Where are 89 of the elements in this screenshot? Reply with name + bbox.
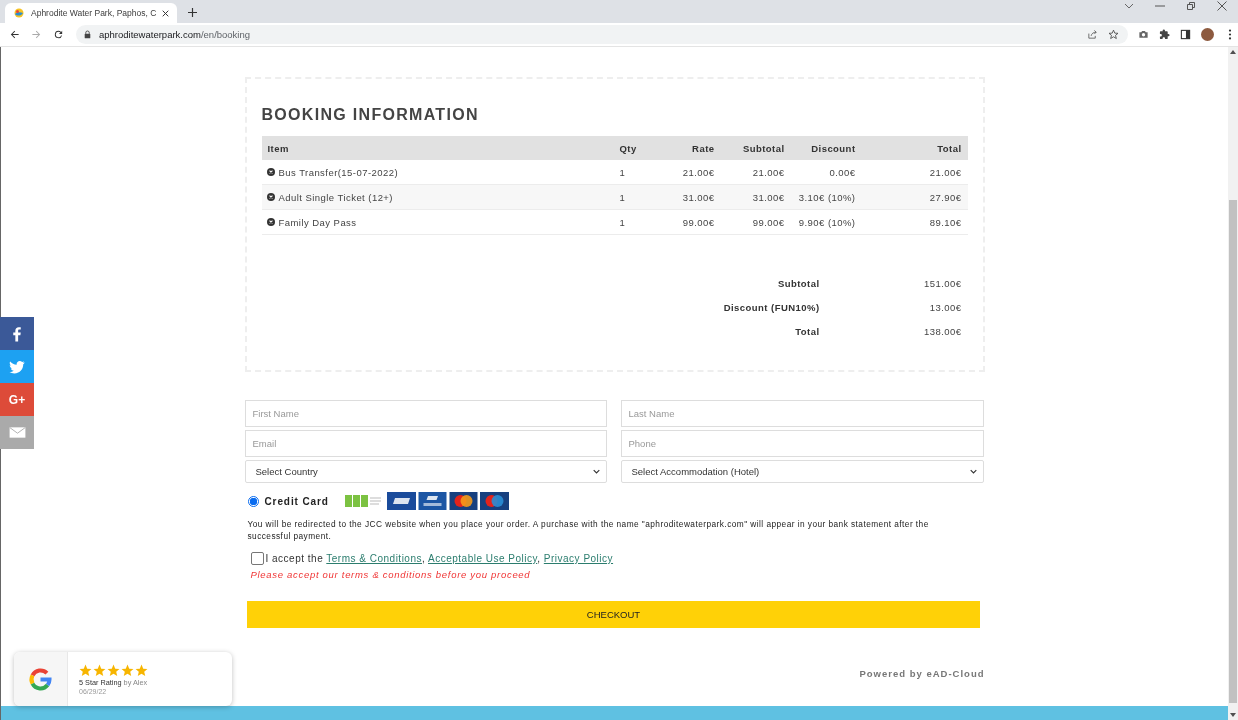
g-logo-icon bbox=[27, 665, 54, 693]
text-field[interactable]: Email bbox=[244, 430, 607, 457]
summary-value: 13.00€ bbox=[928, 301, 963, 313]
chevron-down-icon bbox=[969, 469, 977, 474]
card-logo-icon bbox=[479, 492, 509, 510]
payment-option-label[interactable]: Credit Card bbox=[264, 495, 329, 507]
text-field[interactable]: Phone bbox=[620, 430, 984, 457]
restore-icon[interactable] bbox=[1186, 1, 1196, 11]
star-icon bbox=[93, 663, 106, 677]
star-icon bbox=[135, 663, 148, 677]
table-cell-text: 99.00€ bbox=[681, 216, 716, 228]
text-field[interactable]: Last Name bbox=[620, 400, 984, 427]
payment-logo-icon bbox=[343, 492, 382, 510]
card-logo-icon bbox=[417, 492, 447, 510]
table-cell-text: 27.90€ bbox=[928, 191, 963, 203]
avatar-icon[interactable] bbox=[1201, 28, 1214, 41]
site-logo-icon bbox=[13, 7, 25, 19]
table-cell-text: 31.00€ bbox=[751, 191, 786, 203]
table-cell-text: 1 bbox=[618, 191, 627, 203]
menu-icon[interactable] bbox=[1228, 29, 1232, 40]
column-header: Subtotal bbox=[741, 142, 786, 154]
remove-icon[interactable] bbox=[266, 218, 275, 226]
table-cell-text: 31.00€ bbox=[681, 191, 716, 203]
checkout-button[interactable]: CHECKOUT bbox=[247, 601, 980, 628]
side-panel-icon[interactable] bbox=[1180, 29, 1191, 40]
table-cell-text: 99.00€ bbox=[751, 216, 786, 228]
card-logo-icon bbox=[448, 492, 478, 510]
table-cell-text: 21.00€ bbox=[751, 166, 786, 178]
summary-label: Discount (FUN10%) bbox=[722, 301, 821, 313]
column-header: Total bbox=[936, 142, 963, 154]
table-cell-text: 3.10€ (10%) bbox=[797, 191, 857, 203]
checkbox[interactable] bbox=[250, 552, 264, 565]
tab-title: Aphrodite Water Park, Paphos, C bbox=[31, 8, 157, 18]
table-cell-text: 21.00€ bbox=[928, 166, 963, 178]
dropdown[interactable]: Select Country bbox=[244, 460, 607, 483]
payment-notice: You will be redirected to the JCC website when you place your order. A purchase with the name "aphroditewaterpark.com" will appear in your bank statement after the successful payment. bbox=[246, 518, 930, 542]
chevron-down-icon bbox=[592, 469, 600, 474]
powered-by-text: Powered by eAD-Cloud bbox=[858, 668, 985, 679]
section-title: BOOKING INFORMATION bbox=[261, 105, 480, 125]
twitter-share-button[interactable] bbox=[0, 350, 34, 383]
table-cell-text: 0.00€ bbox=[828, 166, 857, 178]
scrollbar-thumb[interactable] bbox=[1229, 200, 1237, 703]
summary-value: 151.00€ bbox=[923, 277, 963, 289]
google-plus-share-button[interactable]: G+ bbox=[0, 383, 34, 416]
table-cell: Bus Transfer(15-07-2022) bbox=[278, 166, 399, 178]
new-tab-icon[interactable] bbox=[188, 8, 198, 17]
browser-tab[interactable]: Aphrodite Water Park, Paphos, C bbox=[5, 3, 178, 23]
terms-text: I accept the Terms & Conditions, Acceptable Use Policy, Privacy Policy bbox=[265, 553, 614, 564]
facebook-share-button[interactable] bbox=[0, 317, 34, 350]
close-icon[interactable] bbox=[162, 9, 170, 17]
terms-link[interactable]: Privacy Policy bbox=[543, 553, 614, 564]
text-field[interactable]: First Name bbox=[244, 400, 607, 427]
column-header: Item bbox=[266, 142, 290, 154]
table-cell: Adult Single Ticket (12+) bbox=[278, 191, 393, 203]
star-icon bbox=[79, 663, 92, 677]
star-icon bbox=[121, 663, 134, 677]
table-cell-text: 89.10€ bbox=[928, 216, 963, 228]
table-cell-text: 1 bbox=[618, 166, 627, 178]
summary-label: Subtotal bbox=[776, 277, 821, 289]
column-header: Discount bbox=[810, 142, 857, 154]
table-cell-text: 1 bbox=[618, 216, 627, 228]
summary-value: 138.00€ bbox=[923, 325, 963, 337]
envelope-icon bbox=[8, 427, 26, 438]
column-header: Rate bbox=[691, 142, 716, 154]
puzzle-piece-icon[interactable] bbox=[1159, 29, 1170, 40]
camera-icon[interactable] bbox=[1138, 29, 1149, 40]
back-arrow-icon[interactable] bbox=[9, 29, 20, 40]
table-cell-text: 21.00€ bbox=[681, 166, 716, 178]
address-bar[interactable]: aphroditewaterpark.com/en/booking bbox=[76, 25, 1128, 44]
chevron-down-icon[interactable] bbox=[1124, 1, 1134, 11]
table-cell: Family Day Pass bbox=[278, 216, 357, 228]
card-logo-icon bbox=[386, 492, 416, 510]
dropdown[interactable]: Select Accommodation (Hotel) bbox=[620, 460, 984, 483]
remove-icon[interactable] bbox=[266, 193, 275, 201]
error-message: Please accept our terms & conditions before you proceed bbox=[249, 569, 532, 580]
star-outline-icon[interactable] bbox=[1108, 29, 1119, 40]
close-icon[interactable] bbox=[1217, 1, 1227, 11]
remove-icon[interactable] bbox=[266, 168, 275, 176]
table-cell-text: 9.90€ (10%) bbox=[797, 216, 857, 228]
column-header: Qty bbox=[618, 142, 638, 154]
reload-icon[interactable] bbox=[53, 29, 64, 40]
lock-icon bbox=[84, 30, 91, 39]
url-text: aphroditewaterpark.com/en/booking bbox=[99, 29, 251, 40]
summary-label: Total bbox=[794, 325, 821, 337]
star-icon bbox=[107, 663, 120, 677]
scrollbar-track[interactable] bbox=[1228, 47, 1238, 720]
terms-link[interactable]: Terms & Conditions bbox=[326, 553, 422, 564]
share-icon[interactable] bbox=[1087, 29, 1098, 40]
radio-button[interactable] bbox=[247, 495, 259, 507]
